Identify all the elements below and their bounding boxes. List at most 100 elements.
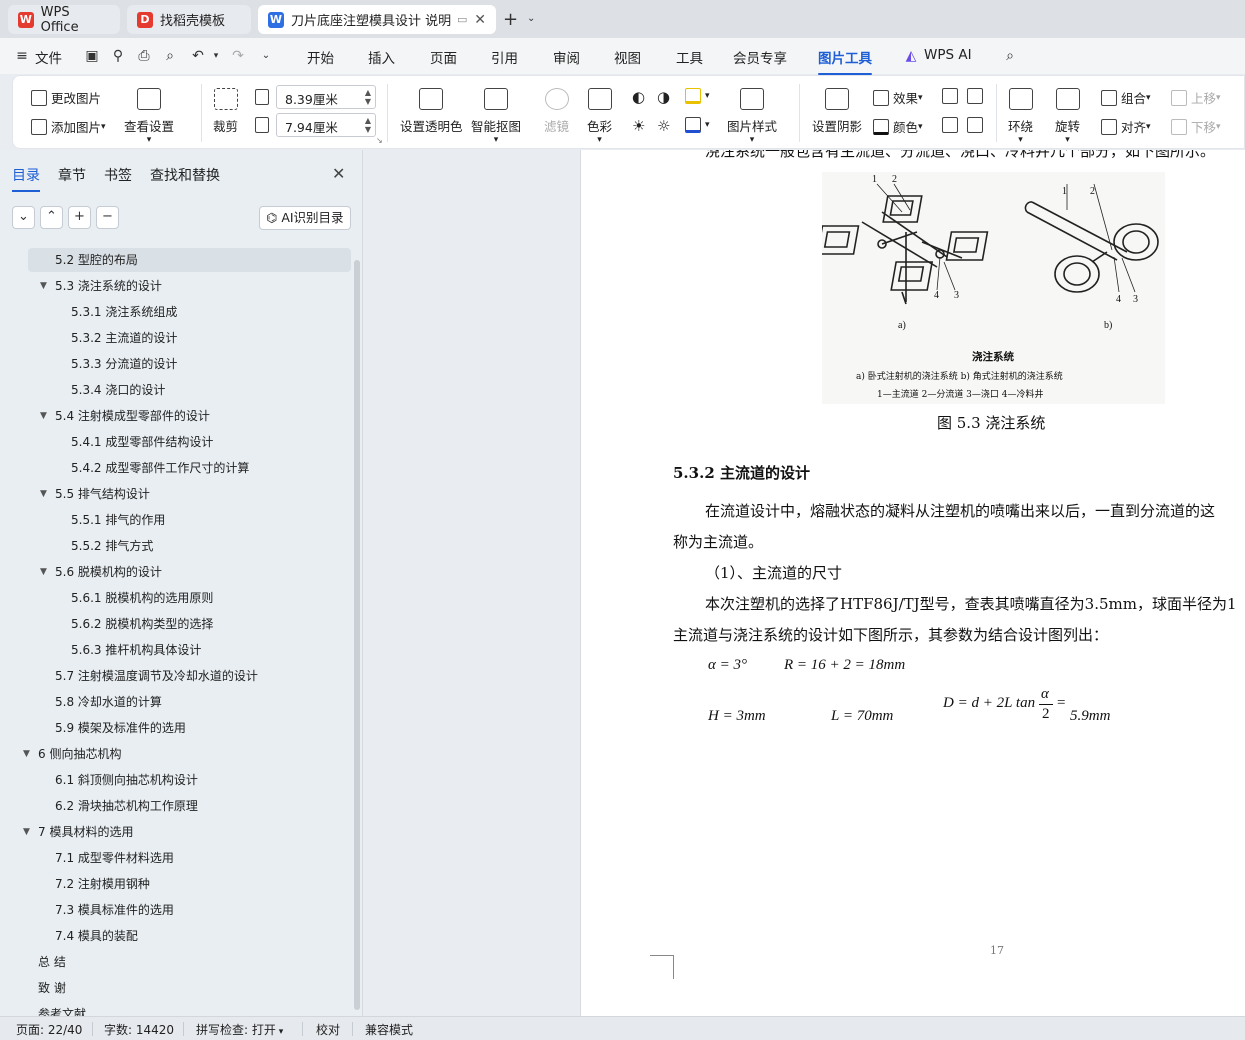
- effects-button[interactable]: 效果: [873, 88, 923, 107]
- wrap-text-button[interactable]: 环绕: [1008, 88, 1033, 145]
- toc-item[interactable]: 6.1 斜顶侧向抽芯机构设计: [0, 768, 352, 792]
- tab-toc[interactable]: 目录: [12, 165, 40, 192]
- menu-tools[interactable]: 工具: [676, 47, 703, 67]
- expand-triangle-icon[interactable]: ▼: [40, 274, 47, 298]
- tab-document[interactable]: W 刀片底座注塑模具设计 说明书 ▭ ✕: [258, 5, 496, 34]
- color-button[interactable]: 色彩: [587, 88, 612, 145]
- close-icon[interactable]: ✕: [474, 12, 486, 28]
- menu-insert[interactable]: 插入: [368, 47, 395, 67]
- width-input[interactable]: 8.39厘米 ▲ ▼: [276, 85, 376, 109]
- toc-item[interactable]: 5.5.2 排气方式: [0, 534, 352, 558]
- ai-toc-button[interactable]: ⌬ AI识别目录: [259, 206, 351, 230]
- menu-view[interactable]: 视图: [614, 47, 641, 67]
- toc-item[interactable]: 致 谢: [0, 976, 352, 1000]
- toc-item[interactable]: 5.6.2 脱模机构类型的选择: [0, 612, 352, 636]
- toc-item[interactable]: 5.7 注射模温度调节及冷却水道的设计: [0, 664, 352, 688]
- toc-item[interactable]: 5.3.2 主流道的设计: [0, 326, 352, 350]
- toc-item[interactable]: ▼ 5.4 注射模成型零部件的设计: [0, 404, 352, 428]
- toc-item[interactable]: 6.2 滑块抽芯机构工作原理: [0, 794, 352, 818]
- tab-docer[interactable]: D 找稻壳模板: [127, 5, 251, 34]
- set-shadow-button[interactable]: 设置阴影: [812, 88, 862, 135]
- ribbon-expand-icon[interactable]: ↘: [376, 136, 383, 145]
- rotate-button[interactable]: 旋转: [1055, 88, 1080, 145]
- expand-triangle-icon[interactable]: ▼: [40, 560, 47, 584]
- toc-item[interactable]: 7.1 成型零件材料选用: [0, 846, 352, 870]
- undo-dropdown-icon[interactable]: ▾: [208, 48, 224, 64]
- expand-triangle-icon[interactable]: ▼: [23, 820, 30, 844]
- menu-picture-tools[interactable]: 图片工具: [818, 47, 872, 75]
- redo-icon[interactable]: ↷: [230, 48, 246, 64]
- search-icon[interactable]: ⌕: [1002, 48, 1018, 64]
- bring-forward-icon[interactable]: [942, 88, 962, 104]
- toc-item[interactable]: 5.2 型腔的布局: [28, 248, 351, 272]
- toc-item[interactable]: 5.3.3 分流道的设计: [0, 352, 352, 376]
- chevron-down-icon[interactable]: ⌄: [527, 13, 535, 24]
- reset-size-icon[interactable]: [942, 117, 962, 133]
- expand-triangle-icon[interactable]: ▼: [40, 404, 47, 428]
- outline-color-icon[interactable]: [685, 117, 710, 133]
- new-tab-icon[interactable]: +: [503, 9, 518, 30]
- undo-icon[interactable]: ↶: [190, 48, 206, 64]
- border-color-button[interactable]: 颜色: [873, 117, 923, 136]
- fill-color-icon[interactable]: [685, 88, 710, 104]
- toc-item[interactable]: ▼ 5.5 排气结构设计: [0, 482, 352, 506]
- toc-item[interactable]: 总 结: [0, 950, 352, 974]
- toc-item[interactable]: ▼ 7 模具材料的选用: [0, 820, 352, 844]
- menu-reference[interactable]: 引用: [491, 47, 518, 67]
- filter-button[interactable]: 滤镜: [544, 88, 569, 135]
- tab-find-replace[interactable]: 查找和替换: [150, 165, 220, 185]
- menu-review[interactable]: 审阅: [553, 47, 580, 67]
- print-icon[interactable]: ⎙: [136, 48, 152, 64]
- menu-page[interactable]: 页面: [430, 47, 457, 67]
- reset-picture-icon[interactable]: [967, 117, 987, 133]
- close-pane-icon[interactable]: ✕: [332, 164, 345, 183]
- toc-item[interactable]: 5.5.1 排气的作用: [0, 508, 352, 532]
- share-icon[interactable]: ⚲: [110, 48, 126, 64]
- send-backward-icon[interactable]: [967, 88, 987, 104]
- view-settings-button[interactable]: 查看设置: [124, 88, 174, 145]
- toc-item[interactable]: ▼ 5.6 脱模机构的设计: [0, 560, 352, 584]
- toc-item[interactable]: 5.4.1 成型零部件结构设计: [0, 430, 352, 454]
- toc-item[interactable]: 5.9 模架及标准件的选用: [0, 716, 352, 740]
- expand-triangle-icon[interactable]: ▼: [23, 742, 30, 766]
- menu-wps-ai[interactable]: WPS AI: [924, 47, 972, 63]
- add-heading-icon[interactable]: +: [68, 206, 91, 229]
- contrast-decrease-icon[interactable]: ◑: [657, 88, 670, 106]
- toc-item[interactable]: 5.3.1 浇注系统组成: [0, 300, 352, 324]
- toc-item[interactable]: 7.3 模具标准件的选用: [0, 898, 352, 922]
- toc-item[interactable]: 5.6.1 脱模机构的选用原则: [0, 586, 352, 610]
- toc-item[interactable]: 7.2 注射模用钢种: [0, 872, 352, 896]
- spinner-arrows-icon[interactable]: ▲ ▼: [365, 116, 371, 134]
- toc-item[interactable]: 5.4.2 成型零部件工作尺寸的计算: [0, 456, 352, 480]
- align-button[interactable]: 对齐: [1101, 117, 1151, 136]
- menu-start[interactable]: 开始: [307, 47, 334, 67]
- spinner-arrows-icon[interactable]: ▲ ▼: [365, 88, 371, 106]
- height-input[interactable]: 7.94厘米 ▲ ▼: [276, 113, 376, 137]
- status-page[interactable]: 页面: 22/40: [16, 1021, 82, 1038]
- save-icon[interactable]: ▣: [84, 48, 100, 64]
- change-picture-button[interactable]: 更改图片: [31, 88, 101, 107]
- smart-cutout-button[interactable]: 智能抠图: [471, 88, 521, 145]
- toc-item[interactable]: 5.8 冷却水道的计算: [0, 690, 352, 714]
- add-picture-button[interactable]: 添加图片: [31, 117, 106, 136]
- more-chevron-icon[interactable]: ⌄: [258, 48, 274, 64]
- crop-button[interactable]: 裁剪: [213, 88, 238, 135]
- status-proofread[interactable]: 校对: [316, 1021, 340, 1038]
- move-down-button[interactable]: 下移: [1171, 117, 1221, 136]
- move-up-button[interactable]: 上移: [1171, 88, 1221, 107]
- tab-wps-office[interactable]: W WPS Office: [8, 5, 120, 35]
- figure-image[interactable]: 1 2 4 3 1 2 4 3 a) b) 浇注系统 a) 卧式注射机的浇注系统…: [816, 172, 1165, 404]
- tab-bookmarks[interactable]: 书签: [104, 165, 132, 185]
- hamburger-icon[interactable]: ≡: [14, 48, 30, 64]
- group-button[interactable]: 组合: [1101, 88, 1151, 107]
- collapse-all-icon[interactable]: ⌄: [12, 206, 35, 229]
- status-spell-check[interactable]: 拼写检查: 打开 ▾: [196, 1021, 283, 1038]
- expand-up-icon[interactable]: ⌃: [40, 206, 63, 229]
- menu-member[interactable]: 会员专享: [733, 47, 787, 67]
- expand-triangle-icon[interactable]: ▼: [40, 482, 47, 506]
- tab-chapters[interactable]: 章节: [58, 165, 86, 185]
- contrast-increase-icon[interactable]: ◐: [632, 88, 645, 106]
- toc-item[interactable]: ▼ 6 侧向抽芯机构: [0, 742, 352, 766]
- brightness-increase-icon[interactable]: ☀: [632, 117, 645, 135]
- picture-style-button[interactable]: 图片样式: [727, 88, 777, 145]
